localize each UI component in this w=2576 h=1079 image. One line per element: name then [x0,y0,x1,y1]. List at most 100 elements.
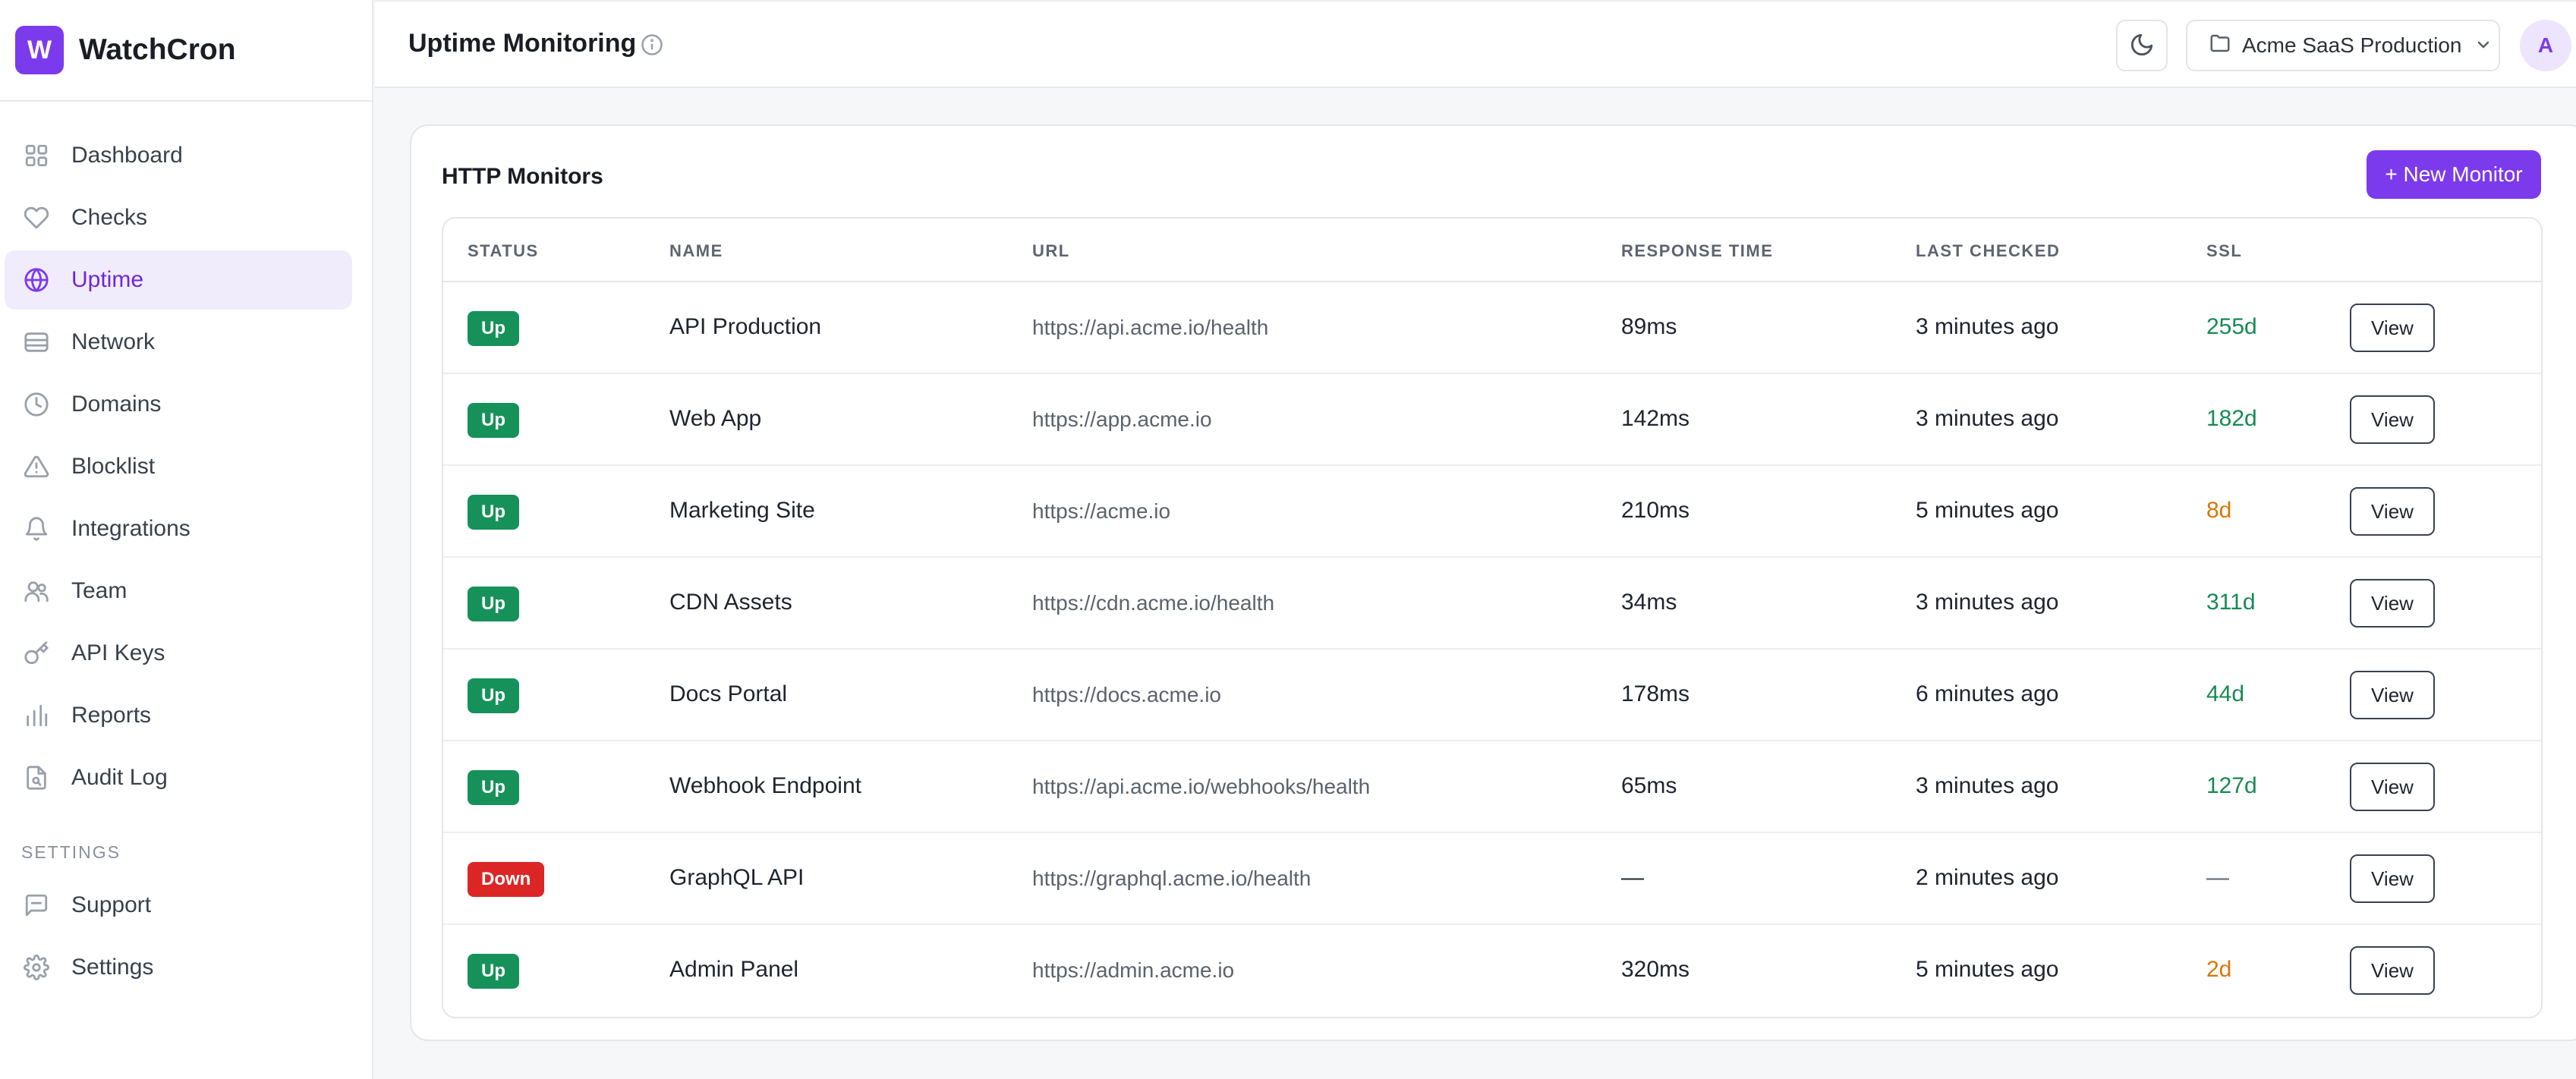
view-button[interactable]: View [2350,395,2435,444]
view-button[interactable]: View [2350,763,2435,811]
view-button[interactable]: View [2350,579,2435,628]
response-time: 178ms [1621,681,1690,706]
monitor-name: Marketing Site [669,498,815,523]
last-checked: 2 minutes ago [1916,865,2059,890]
monitor-url: https://acme.io [1032,499,1171,523]
monitor-name: CDN Assets [669,590,792,615]
last-checked: 5 minutes ago [1916,957,2059,982]
sidebar-item-audit-log[interactable]: Audit Log [5,748,352,807]
last-checked: 3 minutes ago [1916,314,2059,339]
table-row[interactable]: Up CDN Assets https://cdn.acme.io/health 34… [443,558,2541,650]
table-row[interactable]: Up Web App https://app.acme.io 142ms 3 minut… [443,374,2541,466]
sidebar-item-uptime[interactable]: Uptime [5,250,352,310]
chevron-down-icon [2462,33,2493,59]
sidebar-item-label: API Keys [71,640,165,665]
view-button[interactable]: View [2350,304,2435,352]
key-icon [23,640,50,667]
clock-icon [23,391,50,418]
sidebar-item-team[interactable]: Team [5,562,352,621]
column-header-url: URL [1032,241,1070,260]
grid-icon [23,142,50,169]
monitors-table: STATUS NAME URL RESPONSE TIME LAST CHECK… [442,217,2543,1018]
table-row[interactable]: Up Docs Portal https://docs.acme.io 178ms 6 … [443,650,2541,741]
ssl-days: 44d [2206,681,2245,706]
column-header-ssl: SSL [2206,241,2243,260]
bell-icon [23,515,50,543]
last-checked: 6 minutes ago [1916,681,2059,706]
sidebar-item-dashboard[interactable]: Dashboard [5,126,352,185]
ssl-days: 2d [2206,957,2232,982]
status-badge: Down [468,862,545,897]
brand[interactable]: W WatchCron [0,0,372,102]
sidebar-item-label: Checks [71,205,148,230]
last-checked: 3 minutes ago [1916,590,2059,615]
user-avatar[interactable]: A [2520,20,2571,71]
bar-chart-icon [23,702,50,729]
app-root: W WatchCron Dashboard Checks Uptime Network… [0,0,2576,1079]
monitor-name: Docs Portal [669,681,788,706]
sidebar-item-blocklist[interactable]: Blocklist [5,437,352,496]
sidebar: W WatchCron Dashboard Checks Uptime Network… [0,0,373,1079]
last-checked: 5 minutes ago [1916,498,2059,523]
response-time: 210ms [1621,498,1690,523]
globe-icon [23,266,50,294]
table-header: STATUS NAME URL RESPONSE TIME LAST CHECK… [443,219,2541,282]
sidebar-item-checks[interactable]: Checks [5,188,352,247]
view-button[interactable]: View [2350,854,2435,903]
monitor-name: Webhook Endpoint [669,773,861,798]
monitor-url: https://docs.acme.io [1032,683,1222,706]
sidebar-item-label: Uptime [71,267,144,292]
sidebar-item-api-keys[interactable]: API Keys [5,624,352,683]
response-time: — [1621,865,1644,890]
monitor-url: https://admin.acme.io [1032,958,1235,982]
table-row[interactable]: Up API Production https://api.acme.io/heal… [443,282,2541,374]
sidebar-item-settings[interactable]: Settings [5,938,352,997]
monitor-name: Admin Panel [669,957,799,982]
monitor-url: https://api.acme.io/health [1032,316,1269,339]
table-row[interactable]: Down GraphQL API https://graphql.acme.io/h… [443,833,2541,925]
table-row[interactable]: Up Webhook Endpoint https://api.acme.io/we… [443,741,2541,833]
table-row[interactable]: Up Marketing Site https://acme.io 210ms 5 mi… [443,466,2541,558]
column-header-response-time: RESPONSE TIME [1621,241,1774,260]
gear-icon [23,954,50,981]
card-title: HTTP Monitors [442,164,603,189]
brand-name: WatchCron [79,33,236,66]
sidebar-item-label: Integrations [71,516,191,541]
view-button[interactable]: View [2350,671,2435,719]
response-time: 34ms [1621,590,1677,615]
sidebar-item-domains[interactable]: Domains [5,375,352,434]
monitor-name: API Production [669,314,822,339]
theme-toggle-button[interactable] [2116,20,2168,71]
sidebar-item-label: Support [71,892,152,917]
view-button[interactable]: View [2350,946,2435,995]
sidebar-item-label: Team [71,578,128,603]
response-time: 142ms [1621,406,1690,431]
moon-icon [2129,32,2155,60]
sidebar-item-integrations[interactable]: Integrations [5,499,352,558]
ssl-days: 255d [2206,314,2257,339]
sidebar-item-support[interactable]: Support [5,876,352,935]
monitors-card: HTTP Monitors + New Monitor STATUS NAME … [410,124,2576,1041]
status-badge: Up [468,495,519,530]
sidebar-item-label: Audit Log [71,765,168,790]
server-icon [23,329,50,356]
table-row[interactable]: Up Admin Panel https://admin.acme.io 320ms 5… [443,925,2541,1017]
workspace-select[interactable]: Acme SaaS Production [2186,20,2500,71]
ssl-days: 182d [2206,406,2257,431]
monitor-url: https://graphql.acme.io/health [1032,867,1312,890]
ssl-days: 311d [2206,590,2256,615]
users-icon [23,577,50,605]
response-time: 320ms [1621,957,1690,982]
file-search-icon [23,764,50,791]
view-button[interactable]: View [2350,487,2435,536]
last-checked: 3 minutes ago [1916,773,2059,798]
last-checked: 3 minutes ago [1916,406,2059,431]
new-monitor-button[interactable]: + New Monitor [2367,150,2541,199]
sidebar-item-network[interactable]: Network [5,313,352,372]
warning-icon [23,453,50,480]
status-badge: Up [468,954,519,989]
column-header-name: NAME [669,241,723,260]
info-icon[interactable] [641,33,663,56]
sidebar-item-reports[interactable]: Reports [5,686,352,745]
monitor-url: https://cdn.acme.io/health [1032,591,1275,615]
